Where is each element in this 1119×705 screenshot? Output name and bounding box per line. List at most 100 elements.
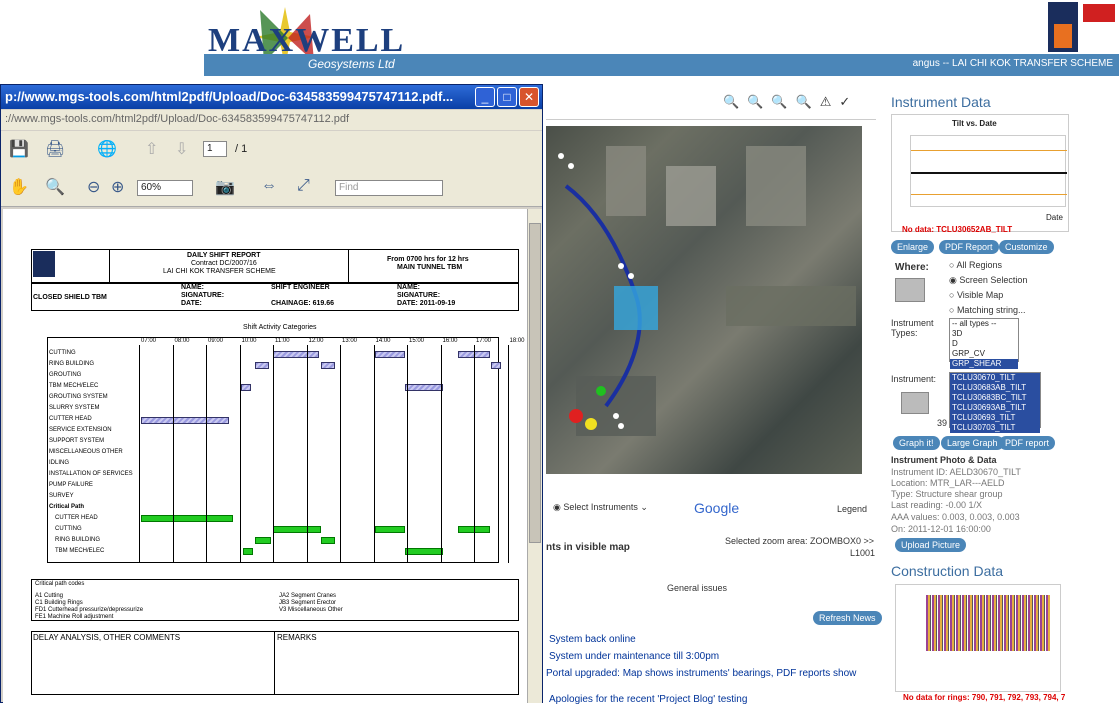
map-zoom-tools[interactable]: 🔍🔍🔍🔍⚠✓ — [723, 94, 858, 110]
pdf-report-button[interactable]: PDF Report — [939, 240, 999, 254]
print-icon[interactable]: 🖨 — [45, 139, 65, 159]
share-icon[interactable]: 🌐 — [97, 139, 117, 159]
region-screen[interactable]: ◉ Screen Selection — [949, 275, 1027, 286]
critical-bar — [375, 526, 405, 533]
instrument-count: 39 — [937, 418, 948, 428]
instrument-label: Instrument: — [891, 374, 937, 384]
legend-toggle[interactable]: Legend — [837, 504, 867, 514]
gantt-gridline — [172, 345, 174, 563]
code-item: FD1 Cutterhead pressurize/depressurize — [35, 607, 144, 613]
report-project: LAI CHI KOK TRANSFER SCHEME — [163, 268, 276, 275]
minimize-button[interactable]: _ — [475, 87, 495, 107]
general-issues-tab[interactable]: General issues — [667, 583, 727, 593]
signature-label: SIGNATURE: — [181, 292, 225, 299]
customize-button[interactable]: Customize — [999, 240, 1054, 254]
gantt-category-label: INSTALLATION OF SERVICES — [49, 471, 133, 477]
large-graph-button[interactable]: Large Graph — [941, 436, 1004, 450]
news-item[interactable]: System under maintenance till 3:00pm — [549, 651, 719, 662]
find-input[interactable]: Find — [335, 180, 443, 196]
page-number-input[interactable]: 1 — [203, 141, 227, 157]
news-item[interactable]: System back online — [549, 634, 636, 645]
down-arrow-icon[interactable]: ⇩ — [175, 139, 188, 159]
zoom-out-icon[interactable]: ⊖ — [87, 177, 100, 197]
gantt-category-label: TBM MECH/ELEC — [49, 383, 99, 389]
chainage-label: CHAINAGE: 619.66 — [271, 300, 335, 307]
gantt-category-label: RING BUILDING — [55, 537, 101, 543]
gantt-category-label: SERVICE EXTENSION — [49, 427, 112, 433]
gantt-gridline — [340, 345, 341, 563]
pdf-toolbar-top: 💾 🖨 🌐 ⇧ ⇩ 1 / 1 — [1, 131, 542, 167]
code-item: C1 Building Rings — [35, 600, 83, 606]
zoom-area-label: Selected zoom area: ZOOMBOX0 >> — [725, 536, 875, 546]
leighton-logo — [1048, 2, 1078, 52]
code-item: JB3 Segment Erector — [279, 600, 337, 606]
select-instruments-control[interactable]: ◉ Select Instruments ⌄ — [553, 502, 648, 513]
critical-bar — [273, 526, 321, 533]
pdf-document[interactable]: DAILY SHIFT REPORT Contract DC/2007/16 L… — [3, 209, 527, 703]
gantt-category-label: PUMP FAILURE — [49, 482, 93, 488]
satellite-map[interactable] — [546, 126, 862, 474]
pdf-scrollbar[interactable] — [527, 209, 542, 703]
name-label-2: NAME: — [397, 284, 420, 291]
hand-tool-icon[interactable]: ✋ — [9, 177, 29, 197]
signature-label-2: SIGNATURE: — [397, 292, 441, 299]
map-ruler — [546, 112, 876, 120]
gantt-bar — [255, 362, 269, 369]
report-closed-tbm: CLOSED SHIELD TBM — [33, 294, 107, 301]
region-matching[interactable]: ○ Matching string... — [949, 305, 1025, 315]
gantt-hour-label: 09:00 — [208, 338, 224, 344]
zoom-tool-icon[interactable]: 🔍 — [45, 177, 65, 197]
gantt-hour-label: 13:00 — [342, 338, 358, 344]
save-icon[interactable]: 💾 — [9, 139, 29, 159]
gantt-category-label: Critical Path — [49, 504, 85, 510]
instrument-location: Location: MTR_LAR---AELD — [891, 478, 1005, 488]
gantt-category-label: SURVEY — [49, 493, 74, 499]
pdf-viewer-window: p://www.mgs-tools.com/html2pdf/Upload/Do… — [0, 84, 543, 703]
scrollbar-thumb[interactable] — [529, 223, 541, 543]
instrument-list[interactable]: TCLU30670_TILT TCLU30683AB_TILT TCLU30683B… — [949, 372, 1041, 433]
snapshot-icon[interactable]: 📷 — [215, 177, 235, 197]
gantt-category-label: SLURRY SYSTEM — [49, 405, 100, 411]
enlarge-button[interactable]: Enlarge — [891, 240, 935, 254]
last-reading: Last reading: -0.00 1/X — [891, 500, 983, 510]
zoom-in-icon[interactable]: ⊕ — [111, 177, 124, 197]
construction-data-title: Construction Data — [891, 563, 1004, 579]
news-item[interactable]: Portal upgraded: Map shows instruments' … — [546, 668, 856, 679]
upload-picture-button[interactable]: Upload Picture — [895, 538, 967, 552]
up-arrow-icon[interactable]: ⇧ — [145, 139, 158, 159]
close-button[interactable]: ✕ — [519, 87, 539, 107]
gantt-category-label: CUTTER HEAD — [49, 416, 92, 422]
gantt-gridline — [139, 345, 140, 563]
refresh-news-button[interactable]: Refresh News — [813, 611, 882, 625]
gantt-hour-label: 18:00 — [509, 338, 525, 344]
pdf-report-button-2[interactable]: PDF report — [999, 436, 1056, 450]
google-logo: Google — [694, 500, 740, 516]
zoom-select[interactable]: 60% — [137, 180, 193, 196]
gantt-hour-label: 15:00 — [409, 338, 425, 344]
logo-text: MAXWELL — [208, 22, 406, 59]
region-visible[interactable]: ○ Visible Map — [949, 290, 1003, 300]
gantt-bar — [273, 351, 319, 358]
pdf-window-title: p://www.mgs-tools.com/html2pdf/Upload/Do… — [1, 85, 542, 109]
where-map-thumb — [895, 278, 925, 302]
fit-page-icon[interactable]: ⤢ — [297, 177, 310, 195]
zoom-area-id: L1001 — [850, 548, 876, 558]
gantt-bar — [321, 362, 335, 369]
maximize-button[interactable]: □ — [497, 87, 517, 107]
gantt-bar — [141, 417, 229, 424]
gantt-hour-label: 08:00 — [174, 338, 190, 344]
gantt-gridline — [373, 345, 375, 563]
news-item[interactable]: Apologies for the recent 'Project Blog' … — [549, 694, 747, 705]
graph-it-button[interactable]: Graph it! — [893, 436, 940, 450]
pdf-toolbar-bottom: ✋ 🔍 ⊖ ⊕ 60% 📷 ⇔ ⤢ Find — [1, 167, 542, 207]
critical-bar — [321, 537, 335, 544]
page-total: / 1 — [235, 143, 248, 155]
name-label: NAME: — [181, 284, 204, 291]
region-all[interactable]: ○ All Regions — [949, 260, 1002, 270]
tilt-plot-area — [910, 135, 1067, 207]
address-bar[interactable]: ://www.mgs-tools.com/html2pdf/Upload/Doc… — [1, 110, 542, 130]
fit-width-icon[interactable]: ⇔ — [261, 177, 277, 195]
instrument-types-list[interactable]: -- all types -- 3D D GRP_CV GRP_SHEAR — [949, 318, 1019, 369]
construction-bars — [926, 595, 1050, 651]
user-project-label: angus -- LAI CHI KOK TRANSFER SCHEME — [912, 58, 1113, 69]
